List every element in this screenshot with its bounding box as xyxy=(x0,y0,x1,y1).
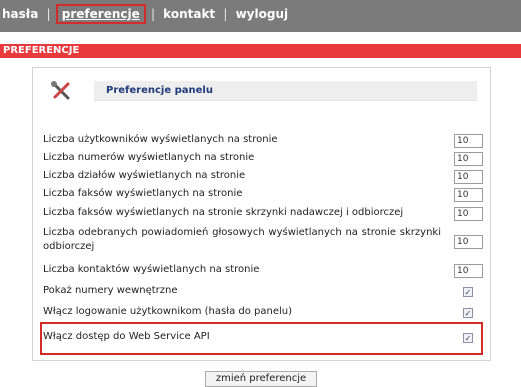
pref-row: Liczba odebranych powiadomień głosowych … xyxy=(43,226,483,254)
pref-label: Pokaż numery wewnętrzne xyxy=(43,285,178,296)
pref-row: Liczba działów wyświetlanych na stronie … xyxy=(43,170,483,184)
number-input[interactable]: 10 xyxy=(454,264,483,278)
number-input[interactable]: 10 xyxy=(454,134,483,148)
checkbox[interactable]: ✓ xyxy=(463,308,473,318)
nav-passwords-link[interactable]: hasła xyxy=(2,7,38,21)
pref-row: Liczba użytkowników wyświetlanych na str… xyxy=(43,134,483,148)
nav-logout-link[interactable]: wyloguj xyxy=(236,7,289,21)
pref-row: Liczba numerów wyświetlanych na stronie … xyxy=(43,152,483,166)
pref-label: Liczba użytkowników wyświetlanych na str… xyxy=(43,134,278,145)
pref-checkbox-row: Włącz dostęp do Web Service API ✓ xyxy=(43,331,483,343)
pref-checkbox-row: Włącz logowanie użytkownikom (hasła do p… xyxy=(43,306,483,318)
nav-separator: | xyxy=(46,7,51,21)
pref-label: Liczba numerów wyświetlanych na stronie xyxy=(43,152,255,163)
pref-row: Liczba faksów wyświetlanych na stronie 1… xyxy=(43,188,483,202)
nav-separator: | xyxy=(223,7,228,21)
pref-label: Liczba odebranych powiadomień głosowych … xyxy=(43,227,441,252)
number-input[interactable]: 10 xyxy=(454,235,483,249)
pref-checkbox-row: Pokaż numery wewnętrzne ✓ xyxy=(43,285,483,297)
number-input[interactable]: 10 xyxy=(454,207,483,221)
nav-preferences-link[interactable]: preferencje xyxy=(55,4,146,24)
pref-label: Liczba działów wyświetlanych na stronie xyxy=(43,170,246,181)
top-navigation: hasła | preferencje | kontakt | wyloguj xyxy=(0,0,521,32)
pref-label: Liczba kontaktów wyświetlanych na stroni… xyxy=(43,264,260,275)
pref-label: Włącz dostęp do Web Service API xyxy=(43,331,210,342)
number-input[interactable]: 10 xyxy=(454,152,483,166)
number-input[interactable]: 10 xyxy=(454,170,483,184)
pref-row: Liczba faksów wyświetlanych na stronie s… xyxy=(43,207,483,221)
number-input[interactable]: 10 xyxy=(454,188,483,202)
panel-header: Preferencje panelu xyxy=(94,81,477,101)
tools-icon xyxy=(51,81,70,100)
nav-separator: | xyxy=(150,7,155,21)
pref-row: Liczba kontaktów wyświetlanych na stroni… xyxy=(43,264,483,278)
pref-label: Liczba faksów wyświetlanych na stronie s… xyxy=(43,207,404,218)
nav-contact-link[interactable]: kontakt xyxy=(163,7,215,21)
checkbox[interactable]: ✓ xyxy=(463,287,473,297)
checkbox[interactable]: ✓ xyxy=(463,333,473,343)
pref-label: Włącz logowanie użytkownikom (hasła do p… xyxy=(43,306,292,317)
pref-label: Liczba faksów wyświetlanych na stronie xyxy=(43,188,243,199)
section-title: PREFERENCJE xyxy=(0,44,521,58)
preferences-panel: Preferencje panelu Liczba użytkowników w… xyxy=(32,67,491,361)
